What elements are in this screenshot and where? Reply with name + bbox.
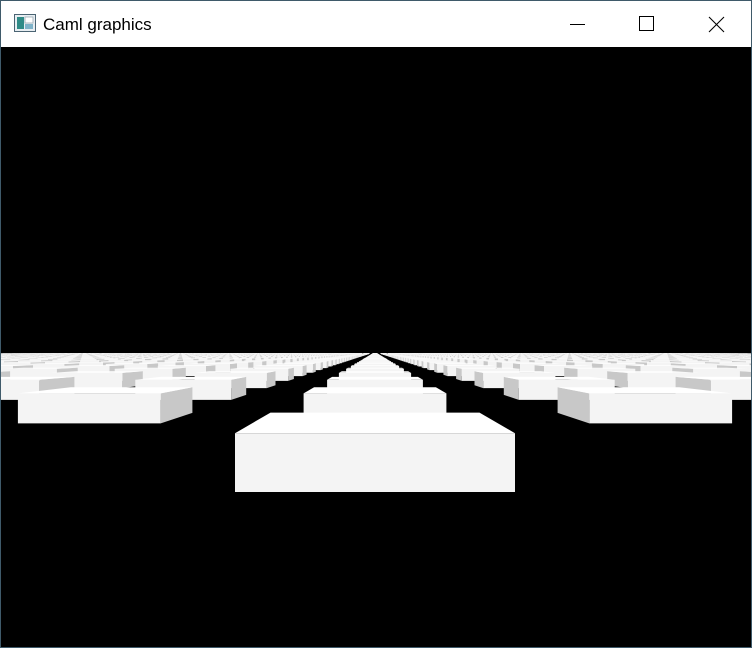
window-app-icon[interactable] [14,14,36,32]
window-title: Caml graphics [43,15,152,34]
close-icon [708,16,725,33]
maximize-icon [639,16,654,31]
title-bar[interactable]: Caml graphics [1,1,751,47]
perspective-block-field [1,353,751,492]
close-button[interactable] [681,1,751,47]
app-window: Caml graphics [0,0,752,648]
maximize-button[interactable] [611,1,681,47]
minimize-button[interactable] [542,1,612,47]
graphics-canvas[interactable] [1,47,751,647]
